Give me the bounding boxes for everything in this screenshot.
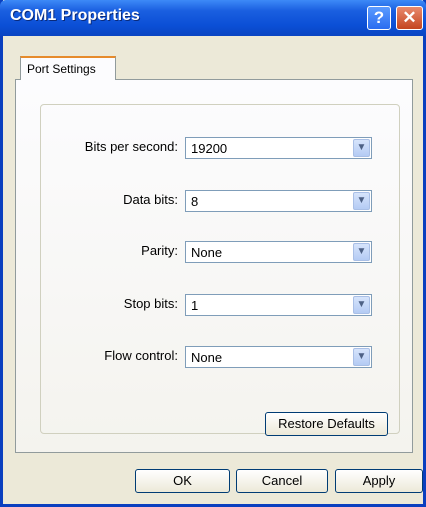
parity-value: None bbox=[191, 245, 223, 260]
stop-bits-label: Stop bits: bbox=[123, 296, 178, 311]
close-button[interactable]: ✕ bbox=[396, 6, 423, 30]
stop-bits-value: 1 bbox=[191, 298, 199, 313]
chevron-down-icon[interactable]: ▼ bbox=[353, 139, 370, 157]
parity-dropdown[interactable]: None ▼ bbox=[185, 241, 372, 263]
chevron-down-icon[interactable]: ▼ bbox=[353, 192, 370, 210]
flow-control-value: None bbox=[191, 350, 223, 365]
restore-defaults-button[interactable]: Restore Defaults bbox=[265, 412, 388, 436]
bits-per-second-label: Bits per second: bbox=[84, 139, 178, 154]
chevron-down-icon[interactable]: ▼ bbox=[353, 348, 370, 366]
cancel-button[interactable]: Cancel bbox=[236, 469, 328, 493]
ok-button[interactable]: OK bbox=[135, 469, 230, 493]
com1-properties-dialog: COM1 Properties ? ✕ Port Settings Bits p… bbox=[0, 0, 426, 507]
flow-control-dropdown[interactable]: None ▼ bbox=[185, 346, 372, 368]
apply-button[interactable]: Apply bbox=[335, 469, 423, 493]
chevron-down-icon[interactable]: ▼ bbox=[353, 243, 370, 261]
close-icon: ✕ bbox=[402, 8, 417, 27]
tab-port-settings[interactable]: Port Settings bbox=[20, 56, 116, 80]
window-title: COM1 Properties bbox=[10, 7, 140, 24]
title-bar[interactable]: COM1 Properties ? ✕ bbox=[0, 0, 426, 36]
data-bits-value: 8 bbox=[191, 194, 199, 209]
data-bits-label: Data bits: bbox=[123, 192, 178, 207]
help-button[interactable]: ? bbox=[367, 6, 391, 30]
bits-per-second-dropdown[interactable]: 19200 ▼ bbox=[185, 137, 372, 159]
help-icon: ? bbox=[373, 8, 385, 27]
data-bits-dropdown[interactable]: 8 ▼ bbox=[185, 190, 372, 212]
stop-bits-dropdown[interactable]: 1 ▼ bbox=[185, 294, 372, 316]
flow-control-label: Flow control: bbox=[104, 348, 178, 363]
bits-per-second-value: 19200 bbox=[191, 141, 228, 156]
chevron-down-icon[interactable]: ▼ bbox=[353, 296, 370, 314]
parity-label: Parity: bbox=[141, 243, 178, 258]
